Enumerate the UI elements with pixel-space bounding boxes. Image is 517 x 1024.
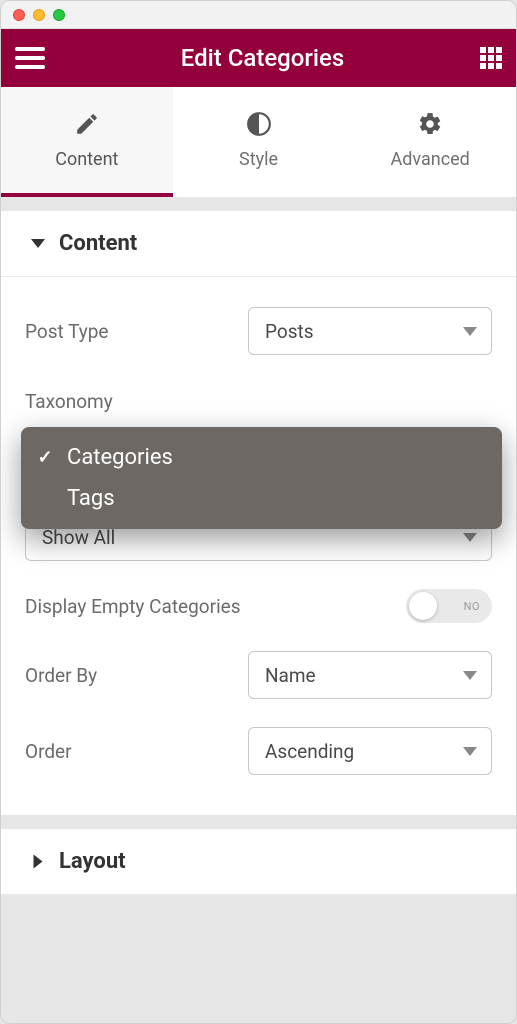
select-post-type[interactable]: Posts [248, 307, 492, 355]
tab-label: Style [239, 149, 278, 170]
label-display-empty: Display Empty Categories [25, 595, 248, 618]
toggle-text: NO [464, 600, 480, 613]
taxonomy-dropdown[interactable]: ✓ Categories ✓ Tags [21, 427, 502, 529]
contrast-icon [246, 111, 272, 137]
section-layout-header[interactable]: Layout [1, 829, 516, 895]
chevron-down-icon [463, 327, 477, 336]
tab-label: Content [55, 149, 118, 170]
row-post-type: Post Type Posts [25, 293, 492, 369]
chevron-down-icon [463, 747, 477, 756]
dropdown-item-label: Categories [67, 445, 173, 470]
window-close-icon[interactable] [13, 9, 25, 21]
row-display-empty: Display Empty Categories NO [25, 575, 492, 637]
toggle-knob [409, 592, 437, 620]
divider [1, 197, 516, 211]
chevron-down-icon [463, 671, 477, 680]
section-content-header[interactable]: Content [1, 211, 516, 277]
gear-icon [417, 111, 443, 137]
label-order-by: Order By [25, 664, 248, 687]
window-minimize-icon[interactable] [33, 9, 45, 21]
row-order: Order Ascending [25, 713, 492, 789]
toggle-display-empty[interactable]: NO [406, 589, 492, 623]
select-value: Ascending [265, 740, 354, 763]
content-section-body: Post Type Posts Taxonomy Show All [1, 277, 516, 815]
panel-header: Edit Categories [1, 29, 516, 87]
chevron-down-icon [463, 533, 477, 542]
editor-panel: Edit Categories Content Style Advanced C… [0, 0, 517, 1024]
section-title: Content [59, 231, 137, 256]
menu-icon[interactable] [15, 47, 45, 69]
chevron-right-icon [34, 855, 43, 869]
check-icon: ✓ [35, 447, 55, 468]
dropdown-item-tags[interactable]: ✓ Tags [21, 478, 502, 519]
label-taxonomy: Taxonomy [25, 390, 248, 413]
tab-label: Advanced [391, 149, 470, 170]
select-order[interactable]: Ascending [248, 727, 492, 775]
dropdown-item-categories[interactable]: ✓ Categories [21, 437, 502, 478]
window-maximize-icon[interactable] [53, 9, 65, 21]
window-titlebar [1, 1, 516, 29]
label-post-type: Post Type [25, 320, 248, 343]
select-value: Name [265, 664, 316, 687]
empty-area [1, 895, 516, 1024]
tab-advanced[interactable]: Advanced [344, 87, 516, 197]
label-order: Order [25, 740, 248, 763]
divider [1, 815, 516, 829]
dropdown-item-label: Tags [67, 486, 115, 511]
select-order-by[interactable]: Name [248, 651, 492, 699]
panel-title: Edit Categories [181, 44, 344, 72]
chevron-down-icon [31, 239, 45, 248]
row-taxonomy: Taxonomy [25, 369, 492, 423]
section-title: Layout [59, 849, 126, 874]
widgets-grid-icon[interactable] [480, 47, 502, 69]
row-order-by: Order By Name [25, 637, 492, 713]
select-value: Posts [265, 320, 314, 343]
tab-content[interactable]: Content [1, 87, 173, 197]
pencil-icon [74, 111, 100, 137]
tab-style[interactable]: Style [173, 87, 345, 197]
tabs: Content Style Advanced [1, 87, 516, 197]
